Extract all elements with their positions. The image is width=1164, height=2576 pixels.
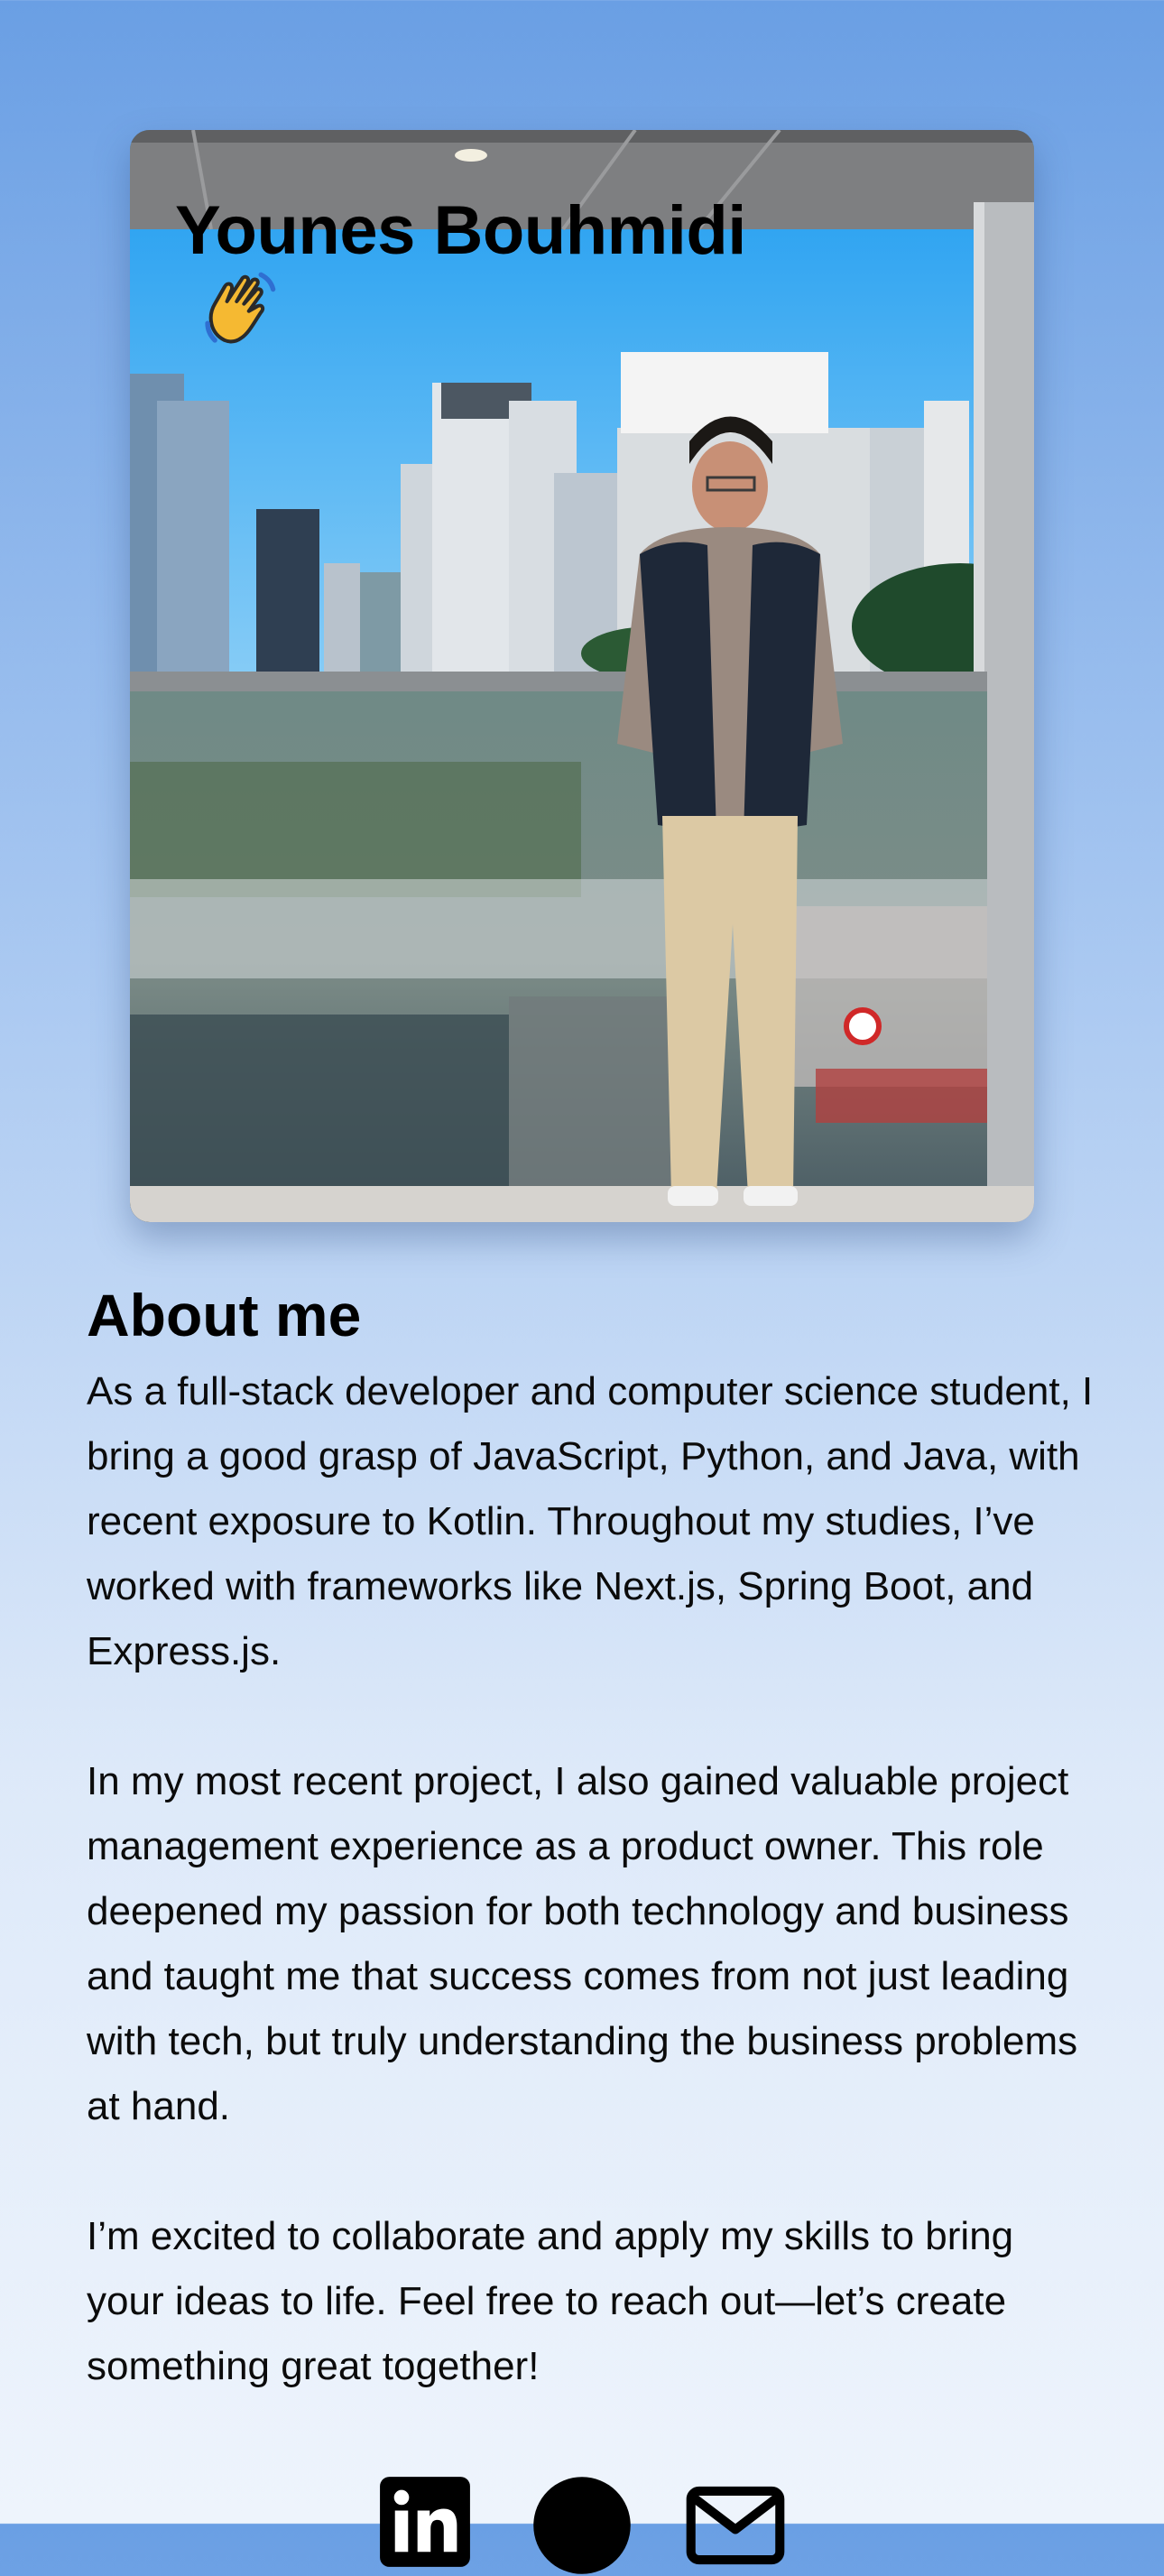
waving-hand-icon (205, 272, 276, 344)
mail-icon (686, 2486, 785, 2565)
about-section: About me As a full-stack developer and c… (87, 1274, 1097, 2464)
profile-photo-card: Younes Bouhmidi (130, 130, 1034, 1222)
profile-name-text: Younes Bouhmidi (175, 192, 746, 269)
about-paragraph-1: As a full-stack developer and computer s… (87, 1369, 1094, 1673)
linkedin-link[interactable] (378, 2475, 479, 2576)
about-paragraph-3: I’m excited to collaborate and apply my … (87, 2214, 1014, 2388)
github-link[interactable] (531, 2475, 633, 2576)
mail-link[interactable] (685, 2475, 786, 2576)
about-heading: About me (87, 1282, 362, 1348)
profile-name: Younes Bouhmidi (175, 191, 746, 347)
about-paragraph-2: In my most recent project, I also gained… (87, 1759, 1078, 2128)
github-icon (533, 2477, 631, 2574)
social-links (0, 2475, 1164, 2574)
linkedin-icon (380, 2477, 470, 2567)
